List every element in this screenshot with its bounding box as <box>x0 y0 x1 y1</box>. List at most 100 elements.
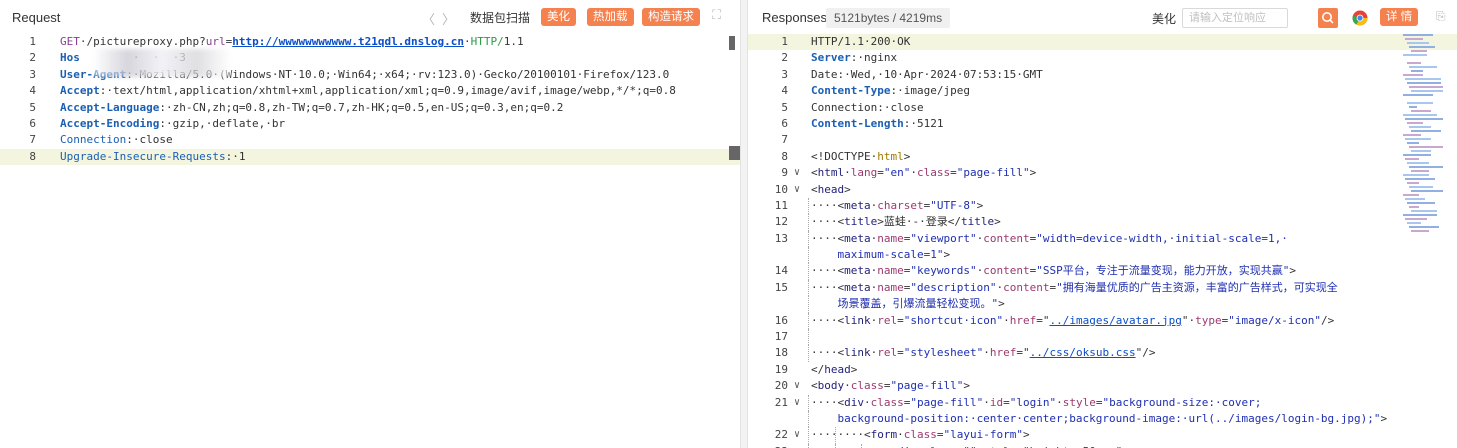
token: link <box>844 346 871 360</box>
minimap-line <box>1409 86 1443 88</box>
token: class <box>870 395 904 409</box>
code-minimap[interactable] <box>1403 34 1445 244</box>
token: · <box>844 166 851 180</box>
line-number: 21 <box>774 395 788 409</box>
code-line[interactable]: 22 ∨ ········<form·class="layui-form"> <box>748 427 1457 444</box>
code-line[interactable]: 23 ∨ ············<div·class=""·style="heig… <box>748 443 1457 448</box>
token: url <box>205 35 226 48</box>
code-line[interactable]: 17 <box>748 329 1457 346</box>
code-line[interactable]: 4 Accept:·text/html,application/xhtml+xml… <box>0 83 740 99</box>
chrome-icon[interactable] <box>1351 9 1369 27</box>
code-line[interactable]: 8 <!DOCTYPE·html> <box>748 149 1457 165</box>
token: GET <box>60 35 80 48</box>
fold-chevron-icon[interactable]: ∨ <box>794 427 800 443</box>
code-line[interactable]: 9 ∨ <html·lang="en"·class="page-fill"> <box>748 165 1457 181</box>
code-line[interactable]: 20 ∨ <body·class="page-fill"> <box>748 378 1457 394</box>
code-line[interactable]: maximum-scale=1"> <box>748 247 1457 264</box>
token: = <box>877 166 884 180</box>
token: :·gzip,·deflate,·br <box>159 116 286 130</box>
line-text: ····<meta·name="viewport"·content="width… <box>811 231 1288 247</box>
line-text: <body·class="page-fill"> <box>811 378 970 394</box>
code-line[interactable]: 10 ∨ <head> <box>748 182 1457 198</box>
fold-chevron-icon[interactable]: ∨ <box>794 395 800 411</box>
token: style <box>1062 395 1096 409</box>
copy-icon[interactable]: ⎘ <box>1436 9 1446 24</box>
code-line[interactable]: 16 ····<link·rel="shortcut·icon"·href="..… <box>748 312 1457 330</box>
minimap-line <box>1409 106 1417 108</box>
token: :·zh-CN,zh;q=0.8,zh-TW;q=0.7,zh-HK;q=0.5… <box>159 100 564 114</box>
code-line[interactable]: 21 ∨ ····<div·class="page-fill"·id="login"… <box>748 394 1457 411</box>
line-number: 15 <box>774 280 788 294</box>
token: form <box>870 428 898 442</box>
details-button[interactable]: 详 情 <box>1380 8 1419 26</box>
next-arrow-icon[interactable]: 〉 <box>442 9 455 28</box>
code-line[interactable]: 5 Accept-Language:·zh-CN,zh;q=0.8,zh-TW;q… <box>0 100 740 116</box>
response-toolbar: Responses 5121bytes / 4219ms 美化 详 情 ⎘ <box>748 0 1457 34</box>
token: "· <box>1181 313 1196 327</box>
code-line[interactable]: 2 Server:·nginx <box>748 50 1457 66</box>
fold-chevron-icon[interactable]: ∨ <box>794 444 800 448</box>
token: href <box>989 346 1017 360</box>
pane-splitter[interactable] <box>740 0 748 448</box>
hotload-button[interactable]: 热加载 <box>587 8 634 26</box>
minimap-line <box>1405 178 1435 180</box>
code-line[interactable]: 1 HTTP/1.1·200·OK <box>748 34 1457 51</box>
search-button[interactable] <box>1318 8 1338 28</box>
code-line[interactable]: 5 Connection:·close <box>748 100 1457 116</box>
code-line[interactable]: background-position:·center·center;backg… <box>748 410 1457 428</box>
token: < <box>811 379 818 393</box>
token: ····< <box>811 346 845 360</box>
token: "background-size:·cover; <box>1102 395 1262 409</box>
line-text: ····<link·rel="stylesheet"·href="../css/… <box>811 345 1155 361</box>
code-line[interactable]: 19 </head> <box>748 362 1457 378</box>
token: xy.php? <box>159 35 206 48</box>
fold-chevron-icon[interactable]: ∨ <box>794 165 800 181</box>
code-line[interactable]: 4 Content-Type:·image/jpeg <box>748 83 1457 99</box>
code-line[interactable]: 14 ····<meta·name="keywords"·content="SSP… <box>748 263 1457 280</box>
token: Connection <box>60 133 127 147</box>
line-text: ····<meta·name="keywords"·content="SSP平台… <box>811 263 1296 279</box>
line-text: Content-Type:·image/jpeg <box>811 83 970 99</box>
code-line[interactable]: 18 ····<link·rel="stylesheet"·href="../cs… <box>748 345 1457 362</box>
minimap-line <box>1411 70 1423 72</box>
code-line[interactable]: 场景覆盖，引爆流量轻松变现。"> <box>748 296 1457 313</box>
response-beautify-button[interactable]: 美化 <box>1152 10 1176 27</box>
code-line[interactable]: 7 <box>748 132 1457 148</box>
minimap-line <box>1411 150 1431 152</box>
locate-response-input[interactable] <box>1182 8 1288 28</box>
code-line[interactable]: 7 Connection:·close <box>0 132 740 148</box>
code-line[interactable]: 6 Content-Length:·5121 <box>748 116 1457 132</box>
code-line[interactable]: 6 Accept-Encoding:·gzip,·deflate,·br <box>0 116 740 132</box>
token: content <box>1003 280 1050 294</box>
code-line[interactable]: 3 Date:·Wed,·10·Apr·2024·07:53:15·GMT <box>748 67 1457 83</box>
expand-icon[interactable]: ⛶ <box>712 7 721 23</box>
response-viewer[interactable]: 1 HTTP/1.1·200·OK 2 Server:·nginx 3 Date:·Wed… <box>748 34 1457 448</box>
token: 1.1 <box>503 35 524 48</box>
token: "viewport" <box>910 231 977 245</box>
fold-chevron-icon[interactable]: ∨ <box>794 378 800 394</box>
code-line[interactable]: 11 ····<meta·charset="UTF-8"> <box>748 197 1457 215</box>
token: name <box>877 264 904 278</box>
code-line[interactable]: 12 ····<title>蓝蛙·-·登录</title> <box>748 214 1457 231</box>
code-line[interactable]: 1 GET·/pictureproxy.php?url=http://wwwwww… <box>0 34 740 50</box>
code-line[interactable]: 15 ····<meta·name="description"·content="… <box>748 279 1457 297</box>
scrollbar-thumb[interactable] <box>729 36 735 50</box>
token: </ <box>811 362 825 376</box>
line-number: 23 <box>748 444 788 448</box>
token: Upgrade-Insecure-Requests <box>60 149 226 163</box>
minimap-line <box>1403 114 1437 116</box>
token: ····< <box>811 264 845 278</box>
minimap-line <box>1411 190 1443 192</box>
token: > <box>844 182 851 196</box>
request-beautify-button[interactable]: 美化 <box>541 8 576 26</box>
token: link <box>844 313 871 327</box>
code-line[interactable]: 8 Upgrade-Insecure-Requests:·1 <box>0 148 740 166</box>
token: background-position:·center·center;backg… <box>811 411 1381 425</box>
line-number: 1 <box>781 35 788 48</box>
prev-arrow-icon[interactable]: 〈 <box>422 9 435 28</box>
packet-scan-button[interactable]: 数据包扫描 <box>470 9 530 26</box>
line-number: 19 <box>774 362 788 376</box>
code-line[interactable]: 13 ····<meta·name="viewport"·content="wid… <box>748 230 1457 248</box>
construct-request-button[interactable]: 构造请求 <box>642 8 700 26</box>
fold-chevron-icon[interactable]: ∨ <box>794 182 800 198</box>
